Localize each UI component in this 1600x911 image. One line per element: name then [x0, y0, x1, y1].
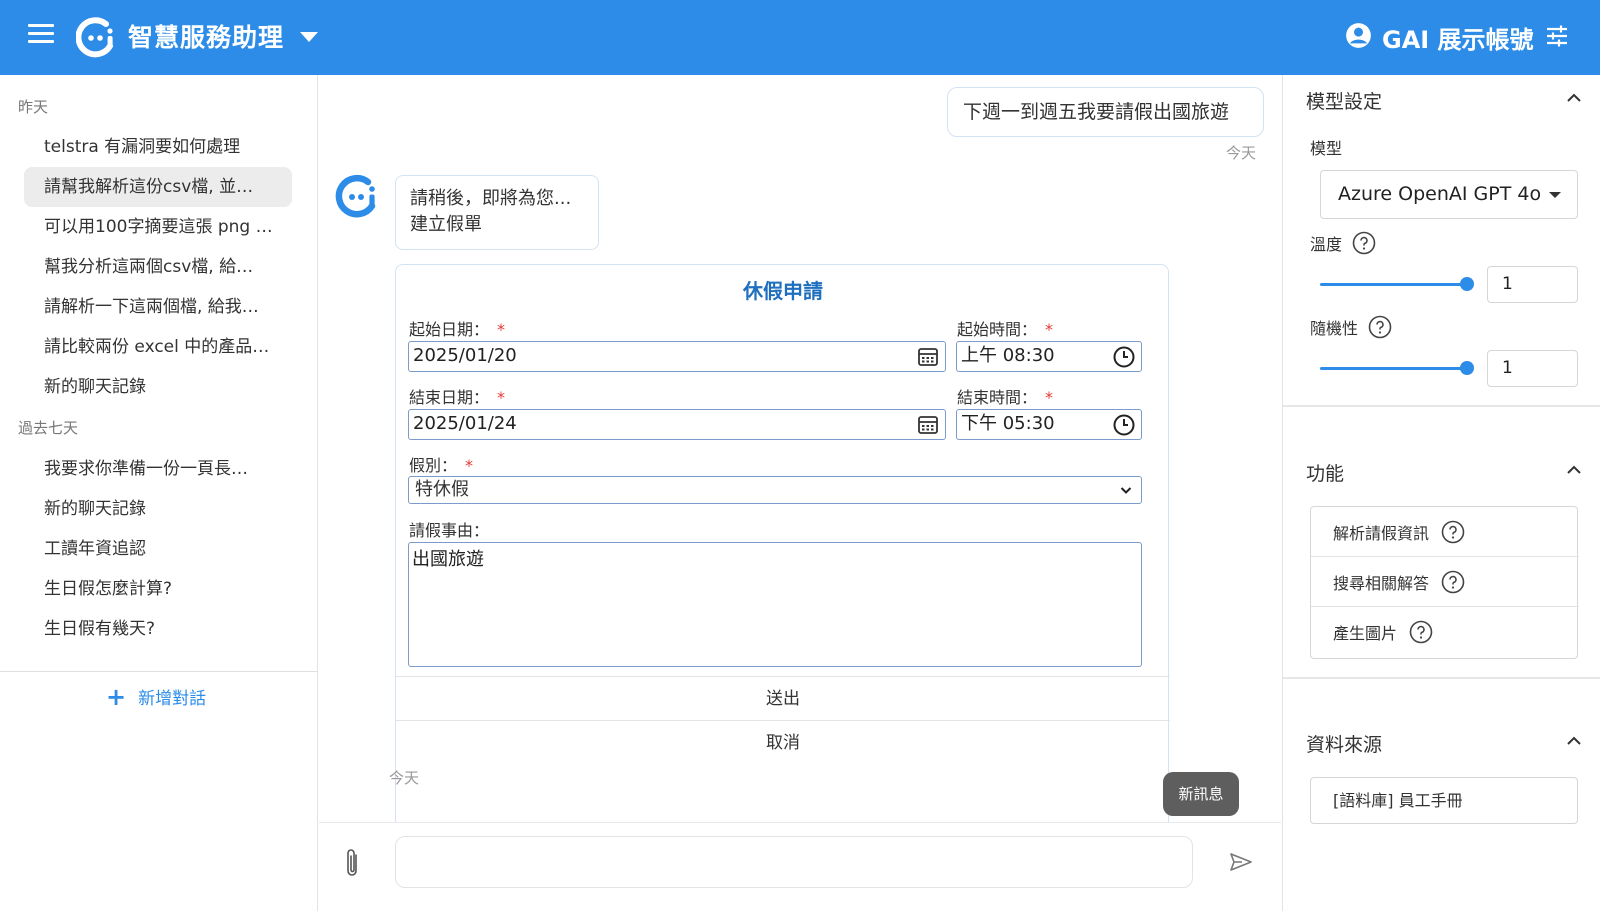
- history-item[interactable]: 請比較兩份 excel 中的產品…: [24, 327, 292, 367]
- history-item[interactable]: telstra 有漏洞要如何處理: [24, 127, 292, 167]
- panel-divider: [1283, 405, 1600, 407]
- panel-divider: [1283, 677, 1600, 679]
- app-logo-icon: [76, 17, 113, 58]
- temperature-slider-track[interactable]: [1320, 283, 1467, 286]
- chevron-up-icon[interactable]: [1566, 93, 1582, 103]
- randomness-value-input[interactable]: 1: [1487, 350, 1578, 387]
- assistant-message-time: 今天: [389, 769, 420, 787]
- data-sources-title[interactable]: 資料來源: [1306, 730, 1382, 757]
- chevron-up-icon[interactable]: [1566, 465, 1582, 475]
- hamburger-menu-icon[interactable]: [28, 24, 54, 46]
- history-section-yesterday: 昨天: [18, 98, 49, 116]
- history-item[interactable]: 生日假怎麼計算?: [24, 569, 292, 609]
- end-date-label: 結束日期： *: [409, 388, 506, 407]
- top-app-bar: 智慧服務助理 GAI 展示帳號: [0, 0, 1600, 75]
- end-date-input[interactable]: 2025/01/24: [408, 409, 946, 440]
- conversation-sidebar: 昨天 telstra 有漏洞要如何處理 請幫我解析這份csv檔, 並… 可以用1…: [0, 75, 318, 911]
- history-item[interactable]: 工讀年資追認: [24, 529, 292, 569]
- history-item-active[interactable]: 請幫我解析這份csv檔, 並…: [24, 167, 292, 207]
- user-message-time: 今天: [1226, 144, 1257, 162]
- new-chat-label: 新增對話: [138, 689, 207, 709]
- end-time-input[interactable]: 下午 05:30: [956, 409, 1142, 440]
- model-label: 模型: [1310, 139, 1343, 158]
- feature-item-generate-image[interactable]: 產生圖片: [1311, 607, 1579, 657]
- clock-icon[interactable]: [1113, 414, 1135, 436]
- help-icon[interactable]: [1441, 570, 1465, 594]
- feature-item-search-answers[interactable]: 搜尋相關解答: [1311, 557, 1579, 607]
- start-time-input[interactable]: 上午 08:30: [956, 341, 1142, 372]
- history-item[interactable]: 可以用100字摘要這張 png …: [24, 207, 292, 247]
- temperature-label: 溫度: [1310, 231, 1376, 255]
- cancel-button[interactable]: 取消: [396, 720, 1170, 764]
- temperature-slider-thumb[interactable]: [1460, 277, 1474, 291]
- new-chat-button[interactable]: + 新增對話: [106, 682, 207, 711]
- model-settings-title[interactable]: 模型設定: [1306, 87, 1382, 114]
- calendar-icon[interactable]: [917, 414, 939, 436]
- help-icon[interactable]: [1441, 520, 1465, 544]
- randomness-slider-thumb[interactable]: [1460, 361, 1474, 375]
- chat-area: 下週一到週五我要請假出國旅遊 今天 請稍後，即將為您... 建立假單 休假申請 …: [319, 75, 1281, 911]
- chat-message-input[interactable]: [395, 836, 1193, 888]
- new-message-button[interactable]: 新訊息: [1163, 772, 1239, 816]
- leave-type-label: 假別： *: [409, 456, 474, 475]
- chevron-up-icon[interactable]: [1566, 736, 1582, 746]
- account-name[interactable]: GAI 展示帳號: [1382, 20, 1534, 55]
- reason-label: 請假事由：: [409, 521, 490, 540]
- leave-request-form: 休假申請 起始日期： * 2025/01/20 起始時間： * 上午 08:30 結…: [395, 264, 1170, 852]
- app-title: 智慧服務助理: [128, 23, 285, 52]
- history-item[interactable]: 生日假有幾天?: [24, 609, 292, 649]
- user-message-bubble: 下週一到週五我要請假出國旅遊: [947, 87, 1264, 137]
- clock-icon[interactable]: [1113, 346, 1135, 368]
- help-icon[interactable]: [1368, 315, 1392, 339]
- leave-type-select[interactable]: 特休假: [408, 476, 1142, 504]
- temperature-value-input[interactable]: 1: [1487, 266, 1578, 303]
- start-date-label: 起始日期： *: [409, 320, 506, 339]
- submit-button[interactable]: 送出: [396, 676, 1170, 720]
- plus-icon: +: [106, 682, 127, 711]
- calendar-icon[interactable]: [917, 346, 939, 368]
- help-icon[interactable]: [1409, 620, 1433, 644]
- history-item[interactable]: 新的聊天記錄: [24, 367, 292, 407]
- account-circle-icon[interactable]: [1345, 22, 1372, 49]
- help-icon[interactable]: [1352, 231, 1376, 255]
- features-title[interactable]: 功能: [1306, 459, 1344, 486]
- feature-item-parse-leave[interactable]: 解析請假資訊: [1311, 507, 1579, 557]
- chevron-down-icon: [1120, 487, 1132, 494]
- end-time-label: 結束時間： *: [957, 388, 1054, 407]
- sidebar-divider: [0, 671, 318, 672]
- randomness-label: 隨機性: [1310, 315, 1392, 339]
- assistant-message-line: 建立假單: [410, 214, 482, 235]
- assistant-message-bubble: 請稍後，即將為您... 建立假單: [395, 175, 599, 250]
- reason-textarea[interactable]: 出國旅遊: [408, 542, 1142, 667]
- model-select[interactable]: Azure OpenAI GPT 4o: [1320, 170, 1578, 219]
- randomness-slider-track[interactable]: [1320, 367, 1467, 370]
- history-item[interactable]: 新的聊天記錄: [24, 489, 292, 529]
- form-title: 休假申請: [743, 279, 823, 303]
- history-item[interactable]: 幫我分析這兩個csv檔, 給…: [24, 247, 292, 287]
- caret-down-icon: [1549, 192, 1561, 198]
- paperclip-icon[interactable]: [342, 846, 362, 880]
- assistant-message-line: 請稍後，即將為您...: [410, 188, 572, 209]
- app-switch-caret-icon[interactable]: [300, 32, 318, 42]
- settings-panel: 模型設定 模型 Azure OpenAI GPT 4o 溫度 1 隨機性 1 功…: [1282, 75, 1600, 911]
- history-section-past-week: 過去七天: [18, 419, 79, 437]
- data-source-item[interactable]: [語料庫] 員工手冊: [1310, 777, 1578, 824]
- start-date-input[interactable]: 2025/01/20: [408, 341, 946, 372]
- history-item[interactable]: 請解析一下這兩個檔, 給我…: [24, 287, 292, 327]
- assistant-avatar-icon: [335, 175, 376, 218]
- features-list: 解析請假資訊 搜尋相關解答 產生圖片: [1310, 506, 1579, 659]
- tune-settings-icon[interactable]: [1545, 24, 1569, 48]
- start-time-label: 起始時間： *: [957, 320, 1054, 339]
- chat-input-bar: [319, 822, 1281, 911]
- history-item[interactable]: 我要求你準備一份一頁長…: [24, 449, 292, 489]
- send-icon[interactable]: [1230, 853, 1252, 871]
